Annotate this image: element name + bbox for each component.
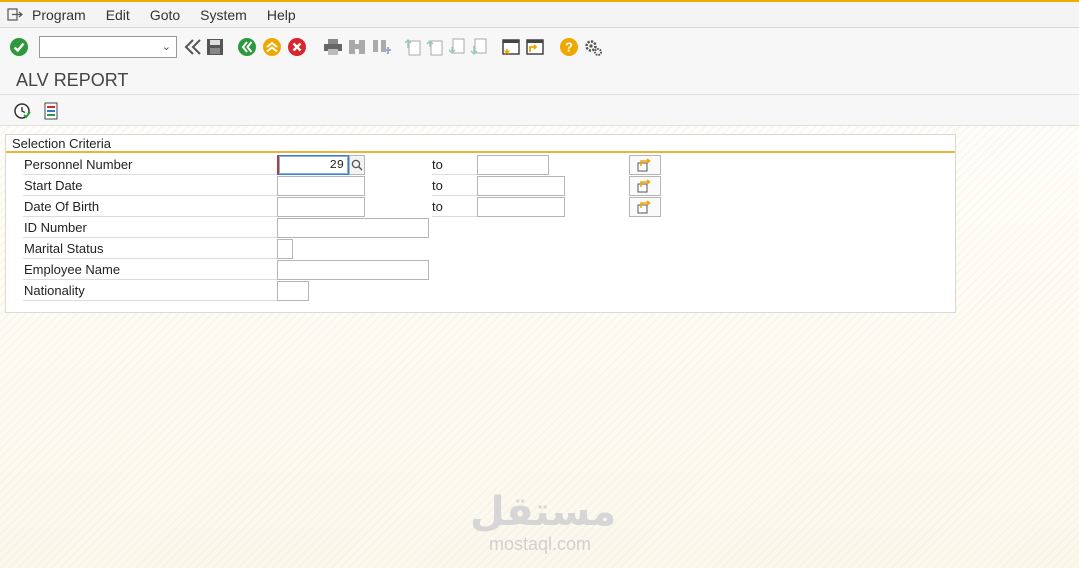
search-icon <box>351 159 363 171</box>
personnel-number-to-input[interactable] <box>477 155 549 175</box>
system-toolbar: ⌄ ? <box>0 28 1079 66</box>
next-page-icon[interactable] <box>447 37 467 57</box>
start-date-to-input[interactable] <box>477 176 565 196</box>
menu-system[interactable]: System <box>200 7 247 23</box>
previous-page-icon[interactable] <box>425 37 445 57</box>
svg-text:?: ? <box>565 40 573 55</box>
id-number-input[interactable] <box>277 218 429 238</box>
selection-criteria-box: Selection Criteria Personnel Number 29 t… <box>5 134 956 313</box>
variant-list-icon[interactable] <box>41 101 61 121</box>
start-date-multiple-selection-button[interactable] <box>629 176 661 196</box>
back-icon[interactable] <box>237 37 257 57</box>
title-bar: ALV REPORT <box>0 66 1079 95</box>
first-page-icon[interactable] <box>403 37 423 57</box>
id-number-label: ID Number <box>23 218 277 238</box>
last-page-icon[interactable] <box>469 37 489 57</box>
employee-name-label: Employee Name <box>23 260 277 280</box>
menu-help[interactable]: Help <box>267 7 296 23</box>
multiple-selection-arrow-icon <box>637 200 651 214</box>
menu-program[interactable]: Program <box>32 7 86 23</box>
new-session-icon[interactable] <box>501 37 521 57</box>
shortcut-icon[interactable] <box>525 37 545 57</box>
nationality-label: Nationality <box>23 281 277 301</box>
application-toolbar <box>0 95 1079 126</box>
start-date-from-input[interactable] <box>277 176 365 196</box>
watermark: مستقل mostaql.com <box>470 489 617 554</box>
date-of-birth-label: Date Of Birth <box>23 197 277 217</box>
cancel-icon[interactable] <box>287 37 307 57</box>
date-of-birth-to-input[interactable] <box>477 197 565 217</box>
personnel-number-from-input[interactable]: 29 <box>277 155 349 175</box>
multiple-selection-arrow-icon <box>637 158 651 172</box>
menu-bar: Program Edit Goto System Help <box>0 0 1079 28</box>
marital-status-input[interactable] <box>277 239 293 259</box>
exit-icon[interactable] <box>262 37 282 57</box>
personnel-number-label: Personnel Number <box>23 155 277 175</box>
find-next-icon[interactable] <box>371 37 391 57</box>
save-icon[interactable] <box>205 37 225 57</box>
nationality-input[interactable] <box>277 281 309 301</box>
page-title: ALV REPORT <box>16 70 129 90</box>
date-of-birth-from-input[interactable] <box>277 197 365 217</box>
watermark-latin: mostaql.com <box>488 534 592 554</box>
date-of-birth-to-label: to <box>432 197 477 217</box>
selection-criteria-title: Selection Criteria <box>12 136 111 151</box>
print-icon[interactable] <box>323 37 343 57</box>
help-icon[interactable]: ? <box>559 37 579 57</box>
start-date-label: Start Date <box>23 176 277 196</box>
employee-name-input[interactable] <box>277 260 429 280</box>
selection-criteria-header: Selection Criteria <box>6 135 955 153</box>
menu-edit[interactable]: Edit <box>106 7 130 23</box>
start-date-to-label: to <box>432 176 477 196</box>
find-icon[interactable] <box>347 37 367 57</box>
settings-gear-icon[interactable] <box>583 37 603 57</box>
menu-exit-icon[interactable] <box>6 8 24 22</box>
search-help-button[interactable] <box>349 155 365 175</box>
enter-check-icon[interactable] <box>9 37 29 57</box>
personnel-number-to-label: to <box>432 155 477 175</box>
menu-goto[interactable]: Goto <box>150 7 180 23</box>
chevron-down-icon[interactable]: ⌄ <box>162 40 171 53</box>
multiple-selection-arrow-icon <box>637 179 651 193</box>
execute-clock-icon[interactable] <box>12 101 32 121</box>
watermark-arabic: مستقل <box>470 489 617 535</box>
date-of-birth-multiple-selection-button[interactable] <box>629 197 661 217</box>
collapse-double-left-icon[interactable] <box>183 37 203 57</box>
marital-status-label: Marital Status <box>23 239 277 259</box>
command-field[interactable]: ⌄ <box>39 36 177 58</box>
personnel-number-multiple-selection-button[interactable] <box>629 155 661 175</box>
